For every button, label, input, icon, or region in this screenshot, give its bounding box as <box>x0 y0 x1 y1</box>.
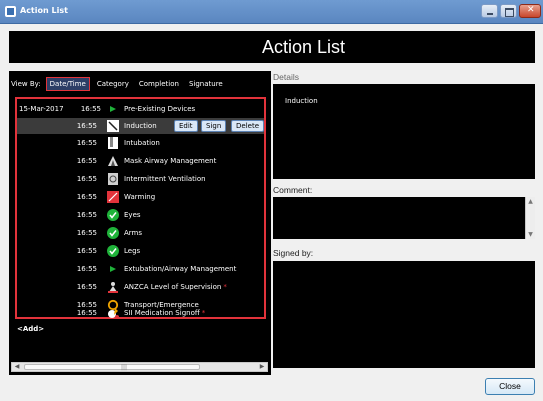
row-label: ANZCA Level of Supervision * <box>124 283 227 291</box>
scroll-right-icon[interactable]: ▶ <box>257 363 267 371</box>
list-item[interactable]: 15-Mar-2017 16:55 Pre-Existing Devices <box>17 101 264 117</box>
row-time: 16:55 <box>80 105 101 113</box>
maximize-button[interactable] <box>500 4 517 18</box>
page-title: Action List <box>261 37 345 57</box>
row-time: 16:55 <box>76 247 97 255</box>
comment-label: Comment: <box>273 185 313 195</box>
row-time: 16:55 <box>76 283 97 291</box>
minimize-button[interactable] <box>481 4 498 18</box>
list-item[interactable]: 16:55 Legs <box>17 243 264 259</box>
tube-icon <box>108 137 118 149</box>
list-item[interactable]: 16:55 Eyes <box>17 207 264 223</box>
list-item[interactable]: 16:55 Warming <box>17 189 264 205</box>
row-label: Eyes <box>124 211 141 219</box>
action-list-panel: View By: Date/Time Category Completion S… <box>9 71 271 375</box>
window-titlebar: Action List <box>0 0 543 24</box>
row-time: 16:55 <box>76 122 97 130</box>
comment-field[interactable]: ▲ ▼ <box>273 197 535 239</box>
tab-date-time[interactable]: Date/Time <box>45 77 90 91</box>
row-time: 16:55 <box>76 139 97 147</box>
row-label: Pre-Existing Devices <box>124 105 196 113</box>
row-label: Extubation/Airway Management <box>124 265 237 273</box>
list-item-selected[interactable]: 16:55 Induction Edit Sign Delete <box>17 118 264 134</box>
list-item[interactable]: 16:55 Arms <box>17 225 264 241</box>
required-marker: * <box>201 309 206 317</box>
medication-icon <box>108 308 119 319</box>
tab-signature[interactable]: Signature <box>186 78 226 90</box>
check-circle-icon <box>107 209 119 221</box>
required-marker: * <box>223 283 227 291</box>
details-text: Induction <box>285 97 318 105</box>
view-by-bar: View By: Date/Time Category Completion S… <box>11 75 226 93</box>
header-bar: Action List <box>9 31 535 63</box>
row-time: 16:55 <box>76 157 97 165</box>
airway-mask-icon <box>108 156 118 166</box>
list-item[interactable]: 16:55 Mask Airway Management <box>17 153 264 169</box>
row-label: Intubation <box>124 139 160 147</box>
tab-category[interactable]: Category <box>94 78 132 90</box>
details-label: Details <box>273 72 299 82</box>
window-title: Action List <box>20 6 68 15</box>
action-list: 15-Mar-2017 16:55 Pre-Existing Devices 1… <box>15 97 266 319</box>
scroll-up-icon[interactable]: ▲ <box>526 198 535 205</box>
edit-button[interactable]: Edit <box>174 120 198 132</box>
supervisor-icon <box>108 282 118 293</box>
scroll-down-icon[interactable]: ▼ <box>526 231 535 238</box>
row-time: 16:55 <box>76 193 97 201</box>
row-time: 16:55 <box>76 229 97 237</box>
row-label: Warming <box>124 193 156 201</box>
signed-by-box <box>273 261 535 368</box>
scroll-left-icon[interactable]: ◀ <box>12 363 22 371</box>
list-item[interactable]: 16:55 Extubation/Airway Management <box>17 261 264 277</box>
close-button[interactable]: Close <box>485 378 535 395</box>
horizontal-scrollbar[interactable]: ◀ ||| ▶ <box>11 362 268 372</box>
comment-scrollbar[interactable]: ▲ ▼ <box>525 197 535 239</box>
row-time: 16:55 <box>76 265 97 273</box>
check-circle-icon <box>107 245 119 257</box>
syringe-icon <box>107 120 119 132</box>
row-date: 15-Mar-2017 <box>19 105 64 113</box>
list-item[interactable]: 16:55 ANZCA Level of Supervision * <box>17 279 264 295</box>
list-item[interactable]: 16:55 Intermittent Ventilation <box>17 171 264 187</box>
add-action-link[interactable]: <Add> <box>17 325 44 333</box>
row-label: Arms <box>124 229 143 237</box>
row-time: 16:55 <box>76 211 97 219</box>
row-label: SII Medication Signoff * <box>124 309 206 317</box>
row-label: Induction <box>124 122 157 130</box>
close-window-button[interactable] <box>519 4 541 18</box>
warming-icon <box>107 191 119 203</box>
details-box: Induction <box>273 84 535 179</box>
view-by-label: View By: <box>11 80 41 88</box>
scrollbar-thumb[interactable]: ||| <box>24 364 200 371</box>
tab-completion[interactable]: Completion <box>136 78 182 90</box>
flag-icon <box>110 106 116 112</box>
app-icon <box>5 6 16 17</box>
sign-button[interactable]: Sign <box>201 120 227 132</box>
row-label: Intermittent Ventilation <box>124 175 206 183</box>
row-label: Legs <box>124 247 141 255</box>
row-time: 16:55 <box>76 309 97 317</box>
list-item[interactable]: 16:55 Intubation <box>17 135 264 151</box>
flag-icon <box>110 266 116 272</box>
row-time: 16:55 <box>76 175 97 183</box>
scroll-grip-icon: ||| <box>121 364 128 371</box>
row-label: Mask Airway Management <box>124 157 217 165</box>
check-circle-icon <box>107 227 119 239</box>
list-item[interactable]: 16:55 SII Medication Signoff * <box>17 305 264 321</box>
delete-button[interactable]: Delete <box>231 120 264 132</box>
ventilator-icon <box>108 173 118 185</box>
signed-by-label: Signed by: <box>273 248 314 258</box>
